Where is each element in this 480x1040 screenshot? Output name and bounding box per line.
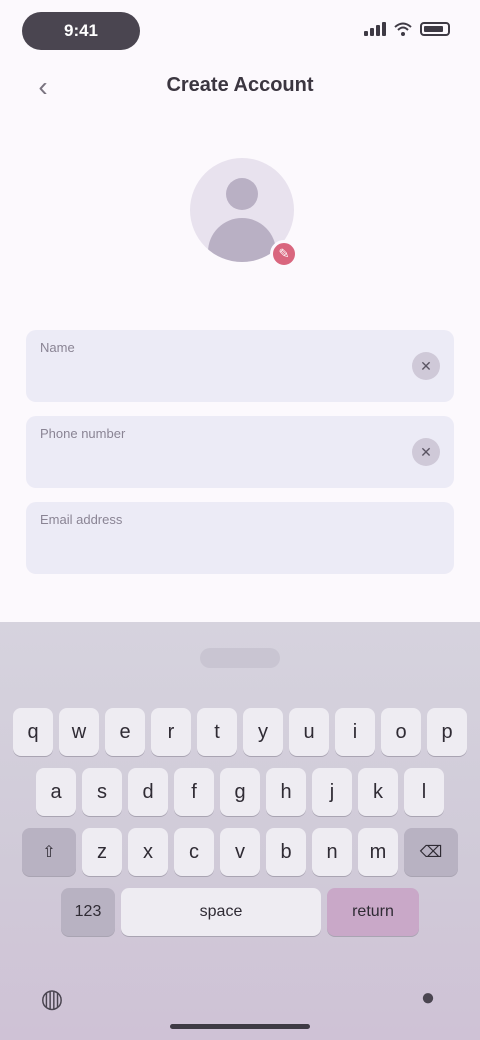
wifi-icon bbox=[394, 22, 412, 36]
phone-input[interactable] bbox=[40, 448, 380, 474]
shift-key[interactable]: ⇧ bbox=[22, 828, 76, 876]
phone-field[interactable]: Phone number ✕ bbox=[26, 416, 454, 488]
key[interactable]: r bbox=[151, 708, 191, 756]
key[interactable]: n bbox=[312, 828, 352, 876]
key[interactable]: m bbox=[358, 828, 398, 876]
key[interactable]: a bbox=[36, 768, 76, 816]
hint-row bbox=[26, 586, 454, 616]
key[interactable]: v bbox=[220, 828, 260, 876]
signal-icon bbox=[364, 22, 386, 36]
key[interactable]: g bbox=[220, 768, 260, 816]
key[interactable]: q bbox=[13, 708, 53, 756]
key-row-1: q w e r t y u i o p bbox=[6, 708, 474, 756]
key[interactable]: x bbox=[128, 828, 168, 876]
key[interactable]: o bbox=[381, 708, 421, 756]
account-form: Name ✕ Phone number ✕ Email address bbox=[26, 330, 454, 588]
key-row-4: 123 space return bbox=[6, 888, 474, 936]
key[interactable]: y bbox=[243, 708, 283, 756]
screen: 9:41 ‹ Create Account ✎ Name ✕ Phone num… bbox=[0, 0, 480, 1040]
page-title: Create Account bbox=[166, 74, 314, 96]
return-key[interactable]: return bbox=[327, 888, 419, 936]
key[interactable]: b bbox=[266, 828, 306, 876]
key[interactable]: u bbox=[289, 708, 329, 756]
clear-icon[interactable]: ✕ bbox=[412, 438, 440, 466]
key[interactable]: c bbox=[174, 828, 214, 876]
name-field-label: Name bbox=[40, 340, 75, 355]
microphone-icon[interactable]: ● bbox=[410, 980, 446, 1016]
header: ‹ Create Account bbox=[0, 62, 480, 112]
key[interactable]: e bbox=[105, 708, 145, 756]
suggestion-bar bbox=[0, 622, 480, 694]
space-key[interactable]: space bbox=[121, 888, 321, 936]
keyboard: q w e r t y u i o p a s d f g h j k l ⇧ … bbox=[0, 622, 480, 1040]
email-field-label: Email address bbox=[40, 512, 123, 527]
avatar-picker[interactable]: ✎ bbox=[190, 158, 300, 276]
globe-icon[interactable]: ◍ bbox=[34, 980, 70, 1016]
keyboard-bottom-bar: ◍ ● bbox=[0, 958, 480, 1040]
name-input[interactable] bbox=[40, 362, 380, 388]
email-input[interactable] bbox=[40, 534, 380, 560]
status-icons bbox=[364, 22, 450, 36]
avatar-head bbox=[226, 178, 258, 210]
numbers-key[interactable]: 123 bbox=[61, 888, 115, 936]
key[interactable]: d bbox=[128, 768, 168, 816]
key[interactable]: k bbox=[358, 768, 398, 816]
key[interactable]: i bbox=[335, 708, 375, 756]
key[interactable]: w bbox=[59, 708, 99, 756]
suggestion-chip[interactable] bbox=[200, 648, 280, 668]
phone-field-label: Phone number bbox=[40, 426, 126, 441]
edit-pencil-icon[interactable]: ✎ bbox=[270, 240, 298, 268]
key-row-3: ⇧ z x c v b n m ⌫ bbox=[6, 828, 474, 876]
battery-icon bbox=[420, 22, 450, 36]
clear-icon[interactable]: ✕ bbox=[412, 352, 440, 380]
avatar-body bbox=[208, 218, 276, 262]
status-time: 9:41 bbox=[22, 12, 140, 50]
key[interactable]: t bbox=[197, 708, 237, 756]
home-indicator[interactable] bbox=[170, 1024, 310, 1029]
key-row-2: a s d f g h j k l bbox=[6, 768, 474, 816]
key[interactable]: s bbox=[82, 768, 122, 816]
delete-key[interactable]: ⌫ bbox=[404, 828, 458, 876]
name-field[interactable]: Name ✕ bbox=[26, 330, 454, 402]
email-field[interactable]: Email address bbox=[26, 502, 454, 574]
key[interactable]: p bbox=[427, 708, 467, 756]
key[interactable]: h bbox=[266, 768, 306, 816]
key[interactable]: z bbox=[82, 828, 122, 876]
key[interactable]: l bbox=[404, 768, 444, 816]
key[interactable]: f bbox=[174, 768, 214, 816]
key[interactable]: j bbox=[312, 768, 352, 816]
status-bar: 9:41 bbox=[0, 0, 480, 62]
